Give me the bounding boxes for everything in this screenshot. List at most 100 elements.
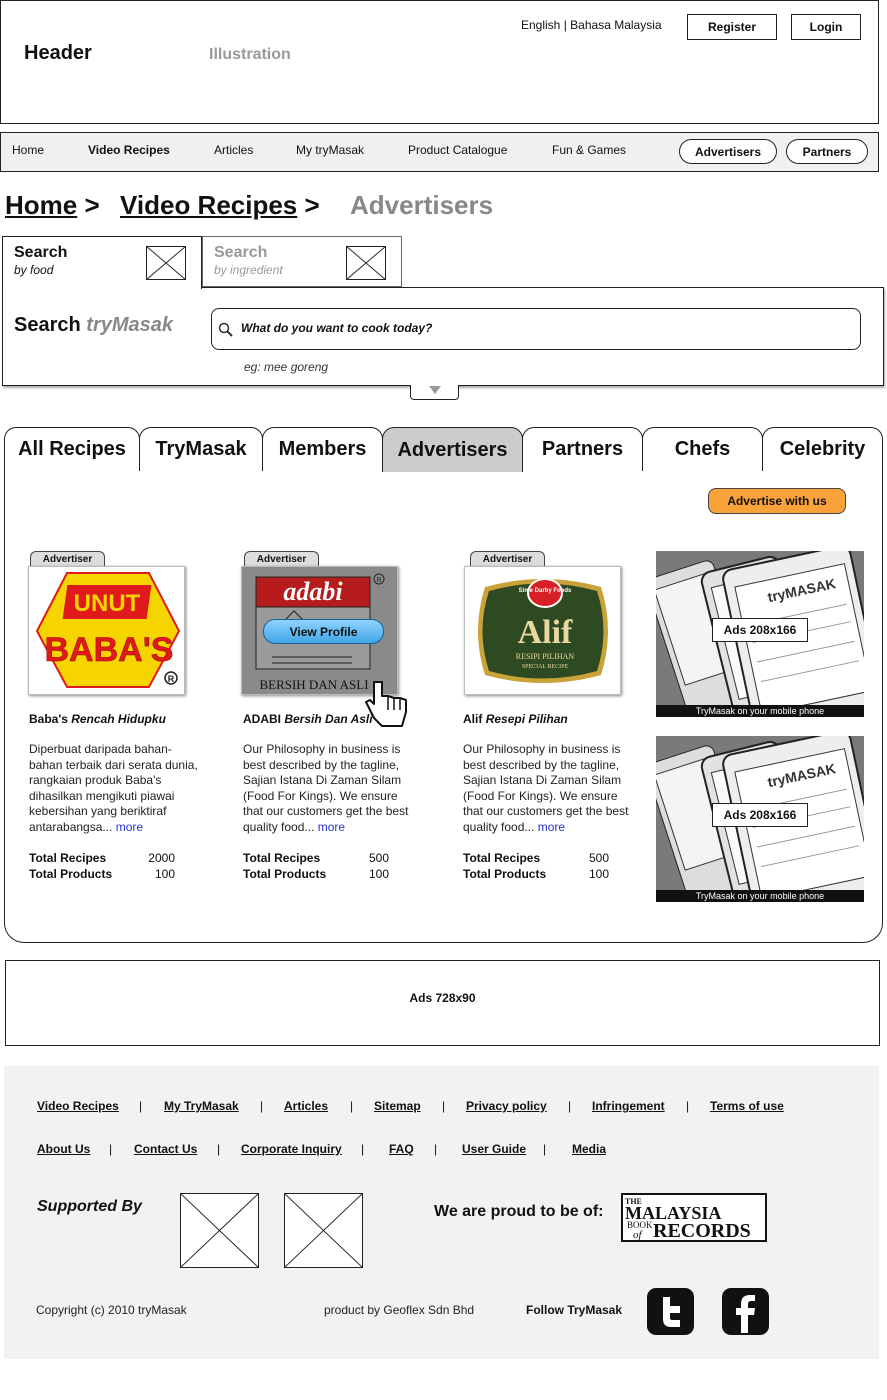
side-ad[interactable]: tryMASAK Ads 208x166 TryMasak on your mo…: [656, 551, 864, 717]
tab-advertisers[interactable]: Advertisers: [382, 427, 523, 472]
twitter-icon[interactable]: [646, 1287, 695, 1336]
footer-link-infringement[interactable]: Infringement: [592, 1099, 665, 1113]
more-link[interactable]: more: [318, 820, 345, 834]
search-collapse-handle[interactable]: [410, 385, 459, 400]
footer-link-contact-us[interactable]: Contact Us: [134, 1142, 197, 1156]
header-title: Header: [24, 42, 92, 64]
sponsor-logo-placeholder[interactable]: [180, 1193, 259, 1268]
side-ad[interactable]: tryMASAK Ads 208x166 TryMasak on your mo…: [656, 736, 864, 902]
alif-logo-badge: Sime Darby Foods: [519, 588, 572, 594]
breadcrumb-home-link[interactable]: Home: [5, 190, 77, 220]
breadcrumb-separator: >: [304, 190, 320, 220]
footer-separator: |: [568, 1099, 572, 1113]
nav-item-my-trymasak[interactable]: My tryMasak: [296, 143, 364, 157]
breadcrumb-video-link[interactable]: Video Recipes: [120, 190, 297, 220]
footer-separator: |: [361, 1142, 365, 1156]
search-example: eg: mee goreng: [244, 360, 329, 374]
nav-partners-button[interactable]: Partners: [786, 139, 868, 164]
lang-english-link[interactable]: English: [521, 18, 560, 32]
facebook-icon[interactable]: [721, 1287, 770, 1336]
breadcrumb-video: Video Recipes >: [120, 190, 320, 221]
total-products-value: 100: [588, 867, 609, 881]
header-illustration: Illustration: [209, 46, 291, 63]
nav-item-video-recipes[interactable]: Video Recipes: [88, 143, 170, 157]
breadcrumb: Home >: [5, 190, 100, 221]
more-link[interactable]: more: [116, 820, 143, 834]
alif-logo-sub2: SPECIAL RECIPE: [522, 664, 569, 670]
footer-separator: |: [543, 1142, 547, 1156]
advertiser-name-text: Alif: [463, 712, 483, 726]
records-logo-image: THE MALAYSIA BOOK of RECORDS: [625, 1197, 751, 1242]
search-label: Search tryMasak: [14, 314, 173, 337]
view-profile-button[interactable]: View Profile: [263, 619, 384, 644]
total-recipes-label: Total Recipes: [463, 851, 541, 865]
tab-search-food-title: Search: [14, 244, 68, 261]
footer-link-about-us[interactable]: About Us: [37, 1142, 90, 1156]
total-recipes-label: Total Recipes: [29, 851, 107, 865]
malaysia-book-of-records-logo[interactable]: THE MALAYSIA BOOK of RECORDS: [621, 1193, 767, 1242]
register-button[interactable]: Register: [687, 14, 777, 40]
svg-text:R: R: [376, 577, 381, 584]
advertiser-name: Baba's Rencah Hidupku: [29, 712, 166, 726]
tab-search-by-food[interactable]: Search by food: [2, 236, 202, 289]
footer-link-user-guide[interactable]: User Guide: [462, 1142, 526, 1156]
tab-search-by-ingredient[interactable]: Search by ingredient: [202, 236, 402, 287]
alif-logo-text: Alif: [518, 614, 573, 651]
banner-ad[interactable]: Ads 728x90: [5, 960, 880, 1046]
total-recipes-value: 2000: [148, 851, 175, 865]
advertiser-tagline: Bersih Dan Asli: [284, 712, 373, 726]
advertiser-tag: Advertiser: [30, 551, 105, 567]
nav-item-home[interactable]: Home: [12, 143, 44, 157]
alif-logo-sub: RESIPI PILIHAN: [516, 652, 575, 661]
sponsor-logo-placeholder[interactable]: [284, 1193, 363, 1268]
search-label-brand: tryMasak: [86, 314, 173, 336]
proud-label: We are proud to be of:: [434, 1203, 604, 1220]
total-recipes-label: Total Recipes: [243, 851, 321, 865]
footer-link-articles[interactable]: Articles: [284, 1099, 328, 1113]
footer-separator: |: [109, 1142, 113, 1156]
footer-link-media[interactable]: Media: [572, 1142, 606, 1156]
babas-logo[interactable]: UNUT BABA'S R: [28, 566, 185, 695]
footer-link-privacy-policy[interactable]: Privacy policy: [466, 1099, 547, 1113]
tab-partners[interactable]: Partners: [522, 427, 643, 471]
follow-label: Follow TryMasak: [526, 1303, 623, 1317]
footer-link-terms[interactable]: Terms of use: [710, 1099, 784, 1113]
nav-advertisers-button[interactable]: Advertisers: [679, 139, 777, 164]
login-button[interactable]: Login: [791, 14, 861, 40]
footer-separator: |: [434, 1142, 438, 1156]
footer-link-faq[interactable]: FAQ: [389, 1142, 414, 1156]
total-products-label: Total Products: [463, 867, 547, 881]
footer-link-my-trymasak[interactable]: My TryMasak: [164, 1099, 239, 1113]
tab-celebrity[interactable]: Celebrity: [762, 427, 883, 471]
adabi-logo[interactable]: adabi BERSIH DAN ASLI R View Profile: [241, 566, 398, 695]
advertiser-tag: Advertiser: [470, 551, 545, 567]
footer-link-video-recipes[interactable]: Video Recipes: [37, 1099, 119, 1113]
nav-item-articles[interactable]: Articles: [214, 143, 253, 157]
product-by: product by Geoflex Sdn Bhd: [324, 1303, 475, 1317]
tab-members[interactable]: Members: [262, 427, 383, 471]
total-products-value: 100: [368, 867, 389, 881]
advertiser-name: ADABI Bersih Dan Asli: [243, 712, 373, 726]
tab-trymasak[interactable]: TryMasak: [139, 427, 263, 471]
footer-separator: |: [442, 1099, 446, 1113]
records-records: RECORDS: [653, 1220, 751, 1240]
total-products-label: Total Products: [243, 867, 327, 881]
ad-caption: TryMasak on your mobile phone: [656, 890, 864, 902]
tab-chefs[interactable]: Chefs: [642, 427, 763, 471]
footer-link-sitemap[interactable]: Sitemap: [374, 1099, 421, 1113]
tab-all-recipes[interactable]: All Recipes: [4, 427, 140, 471]
search-input[interactable]: What do you want to cook today?: [211, 308, 861, 350]
advertise-with-us-button[interactable]: Advertise with us: [708, 488, 846, 514]
lang-malay-link[interactable]: Bahasa Malaysia: [570, 18, 661, 32]
advertiser-tagline: Rencah Hidupku: [71, 712, 166, 726]
advertiser-description: Diperbuat daripada bahan-bahan terbaik d…: [29, 742, 199, 835]
nav-item-fun-games[interactable]: Fun & Games: [552, 143, 626, 157]
more-link[interactable]: more: [538, 820, 565, 834]
adabi-logo-text: adabi: [283, 577, 343, 606]
svg-text:R: R: [168, 674, 175, 684]
advertiser-description: Our Philosophy in business is best descr…: [243, 742, 413, 835]
alif-logo[interactable]: Sime Darby Foods Alif RESIPI PILIHAN SPE…: [464, 566, 621, 695]
nav-item-product-catalogue[interactable]: Product Catalogue: [408, 143, 507, 157]
footer-link-corporate-inquiry[interactable]: Corporate Inquiry: [241, 1142, 342, 1156]
advertiser-tagline: Resepi Pilihan: [485, 712, 568, 726]
